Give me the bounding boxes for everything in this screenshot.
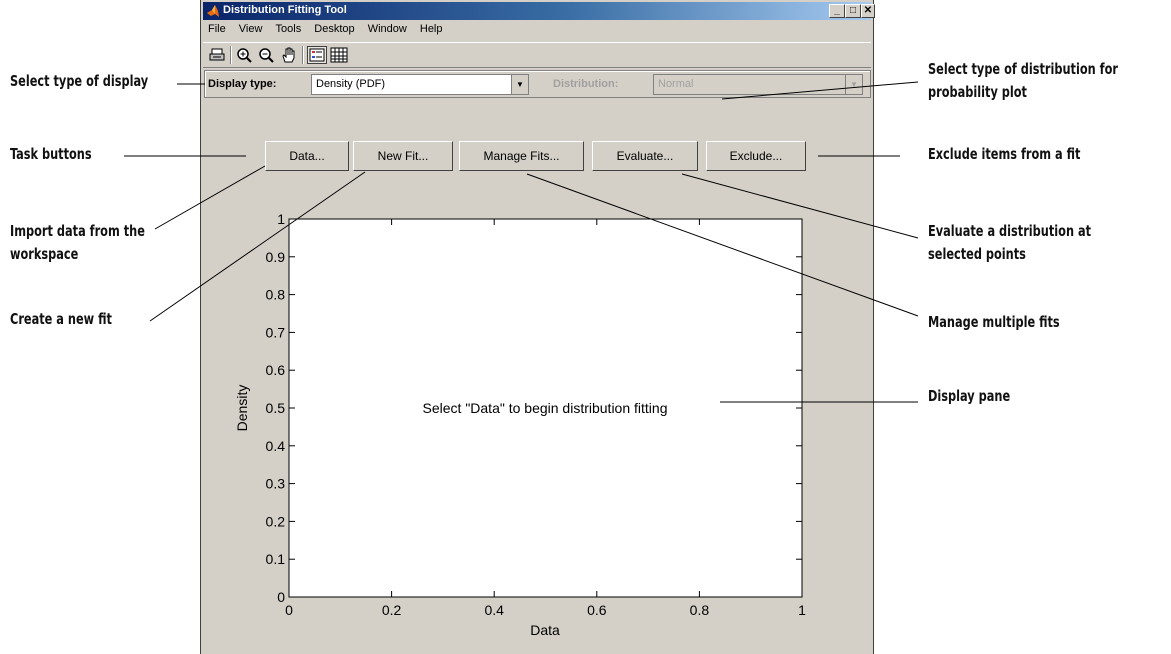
y-tick-label: 0.3 <box>266 476 286 492</box>
x-tick-label: 0.4 <box>484 602 504 618</box>
y-tick-label: 0.9 <box>266 249 286 265</box>
callout-exclude: Exclude items from a fit <box>928 145 1081 163</box>
callout-select-dist-line1: Select type of distribution for <box>928 60 1118 78</box>
callout-display-pane: Display pane <box>928 387 1011 405</box>
x-axis-label: Data <box>530 622 560 638</box>
x-tick-label: 0.8 <box>690 602 710 618</box>
x-tick-label: 0 <box>285 602 293 618</box>
callout-evaluate-line1: Evaluate a distribution at <box>928 222 1092 240</box>
callout-import-data-line1: Import data from the <box>10 222 145 240</box>
y-tick-label: 0 <box>277 589 285 605</box>
y-tick-label: 0.5 <box>266 400 286 416</box>
callout-evaluate-line2: selected points <box>928 245 1026 263</box>
callout-select-display: Select type of display <box>10 72 149 90</box>
callout-import-data-line2: workspace <box>10 245 79 263</box>
y-tick-label: 0.4 <box>266 438 286 454</box>
x-tick-label: 0.2 <box>382 602 402 618</box>
callout-manage: Manage multiple fits <box>928 313 1060 331</box>
y-tick-label: 0.6 <box>266 362 286 378</box>
callout-task-buttons: Task buttons <box>10 145 92 163</box>
callout-create-fit: Create a new fit <box>10 310 112 328</box>
x-tick-label: 0.6 <box>587 602 607 618</box>
y-tick-label: 0.8 <box>266 287 286 303</box>
x-tick-label: 1 <box>798 602 806 618</box>
y-tick-label: 0.1 <box>266 551 286 567</box>
y-tick-label: 0.2 <box>266 513 286 529</box>
plot-message: Select "Data" to begin distribution fitt… <box>423 400 668 416</box>
y-tick-label: 1 <box>277 211 285 227</box>
y-axis-label: Density <box>234 385 250 432</box>
callout-select-dist-line2: probability plot <box>928 83 1027 101</box>
y-tick-label: 0.7 <box>266 324 286 340</box>
